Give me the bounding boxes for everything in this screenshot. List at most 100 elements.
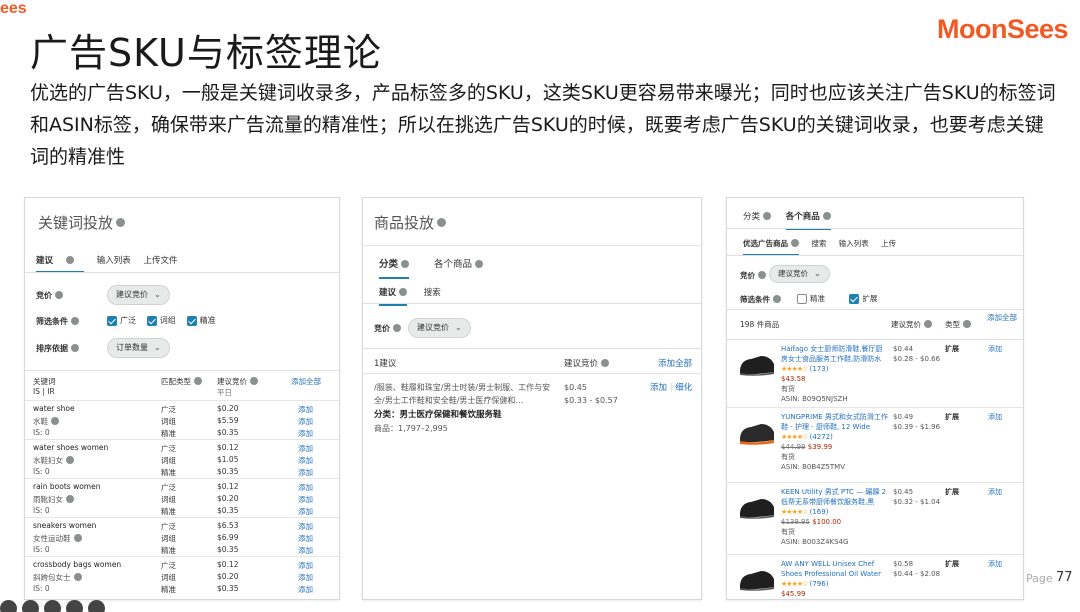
add-all-link[interactable]: 添加全部 bbox=[291, 376, 321, 387]
add-link[interactable]: 添加 bbox=[988, 559, 1002, 569]
product-type: 扩展 bbox=[945, 345, 959, 353]
divider bbox=[363, 303, 701, 304]
suggested-bid: $0.20 bbox=[217, 404, 239, 413]
review-count: (4272) bbox=[809, 433, 833, 441]
product-title-link[interactable]: KEEN Utility 男式 PTC — 碾踝 2 低帮无系带厨师餐饮服务鞋,… bbox=[781, 487, 889, 507]
bid-label: 竞价 bbox=[374, 323, 401, 334]
tab-suggested[interactable]: 建议 bbox=[36, 255, 85, 273]
info-icon bbox=[822, 211, 831, 220]
tab-recommended-products[interactable]: 优选广告商品 bbox=[743, 239, 799, 256]
add-link[interactable]: 添加 bbox=[298, 533, 313, 544]
tab-enter-list[interactable]: 输入列表 bbox=[97, 256, 131, 266]
sort-label: 排序依据 bbox=[36, 343, 79, 354]
page-number: 77 bbox=[1056, 570, 1073, 585]
add-link[interactable]: 添加 bbox=[298, 467, 313, 478]
match-type: 广泛 bbox=[161, 483, 176, 492]
bottom-toolbar bbox=[0, 600, 110, 612]
product-image bbox=[740, 356, 774, 376]
product-title-link[interactable]: AW ANY WELL Unisex Chef Shoes Profession… bbox=[781, 559, 889, 579]
info-icon bbox=[71, 343, 79, 352]
product-title-link[interactable]: YUNGPRIME 男式和女式防滑工作鞋 - 护理 - 厨师鞋, 12 Wide bbox=[781, 412, 889, 432]
suggested-bid: $1.05 bbox=[217, 455, 239, 464]
bid-dropdown[interactable]: 建议竞价 ⌄ bbox=[107, 285, 170, 305]
star-rating-icon: ★★★★☆ bbox=[781, 508, 808, 516]
checkbox-exact[interactable] bbox=[797, 293, 807, 304]
match-type: 精准 bbox=[161, 546, 176, 555]
product-title-link[interactable]: Haifago 女士厨师防滑鞋,餐厅厨房女士食品服务工作鞋,防滑防水 bbox=[781, 344, 889, 364]
info-icon[interactable] bbox=[116, 218, 126, 227]
add-link[interactable]: 添加 bbox=[298, 494, 313, 505]
product-price: $139.95 $100.00 bbox=[781, 517, 889, 527]
add-link[interactable]: 添加 bbox=[988, 344, 1002, 354]
tab-upload-file[interactable]: 上传文件 bbox=[143, 256, 177, 266]
product-image bbox=[740, 424, 774, 445]
checkbox-expanded[interactable] bbox=[849, 293, 860, 304]
add-link[interactable]: 添加 bbox=[298, 428, 313, 439]
panel-title: 关键词投放 bbox=[38, 212, 126, 233]
tab-individual-products[interactable]: 各个商品 bbox=[434, 259, 484, 270]
info-icon bbox=[55, 290, 63, 299]
add-link[interactable]: 添加 bbox=[988, 487, 1002, 497]
add-link[interactable]: 添加 bbox=[298, 560, 313, 571]
tab-enter-list[interactable]: 输入列表 bbox=[839, 239, 869, 248]
match-line: 广泛 $0.12 添加 bbox=[25, 560, 339, 572]
divider bbox=[727, 228, 1023, 229]
match-type: 精准 bbox=[161, 468, 176, 477]
tab-bar: 分类 各个商品 bbox=[743, 210, 831, 230]
keyword-targeting-panel: 关键词投放 建议 输入列表 上传文件 竞价 建议竞价 ⌄ 筛选条件 广泛 词组 精… bbox=[24, 197, 340, 600]
info-icon bbox=[924, 320, 932, 328]
suggested-bid: $0.35 bbox=[217, 584, 239, 593]
col-bid-header: 建议竞价 bbox=[564, 357, 610, 369]
match-type: 词组 bbox=[161, 417, 176, 426]
match-type: 词组 bbox=[161, 534, 176, 543]
keyword-row: crossbody bags women 斜跨包女士 IS: 0 广泛 $0.12 添加词… bbox=[25, 556, 339, 595]
tab-category[interactable]: 分类 bbox=[743, 211, 772, 222]
col-match-header: 匹配类型 bbox=[161, 376, 202, 387]
checkbox-phrase[interactable] bbox=[146, 315, 157, 326]
add-link[interactable]: 添加 bbox=[298, 404, 313, 415]
add-link[interactable]: 添加 bbox=[298, 584, 313, 595]
match-line: 词组 $6.99 添加 bbox=[25, 533, 339, 545]
add-all-link[interactable]: 添加全部 bbox=[658, 357, 692, 369]
add-link[interactable]: 添加 bbox=[298, 455, 313, 466]
bid-dropdown[interactable]: 建议竞价 ⌄ bbox=[408, 318, 471, 338]
chevron-down-icon: ⌄ bbox=[154, 343, 161, 352]
list-price: $44.99 bbox=[781, 443, 806, 451]
add-link[interactable]: 添加 bbox=[298, 482, 313, 493]
filter-label: 筛选条件 bbox=[740, 294, 781, 305]
add-link[interactable]: 添加 bbox=[650, 383, 667, 393]
col-type-header: 类型 bbox=[945, 319, 971, 330]
sort-dropdown[interactable]: 订单数量 ⌄ bbox=[107, 338, 170, 358]
tab-upload[interactable]: 上传 bbox=[881, 239, 896, 248]
add-link[interactable]: 添加 bbox=[298, 572, 313, 583]
page-label: Page bbox=[1026, 572, 1053, 585]
tab-category[interactable]: 分类 bbox=[379, 259, 410, 279]
add-link[interactable]: 添加 bbox=[988, 412, 1002, 422]
info-icon[interactable] bbox=[437, 218, 447, 227]
checkbox-exact[interactable] bbox=[186, 315, 197, 326]
add-link[interactable]: 添加 bbox=[298, 521, 313, 532]
suggested-bid: $5.59 bbox=[217, 416, 239, 425]
add-link[interactable]: 添加 bbox=[298, 416, 313, 427]
add-all-link[interactable]: 添加全部 bbox=[987, 313, 1017, 323]
refine-link[interactable]: 细化 bbox=[675, 383, 692, 393]
pen-icon[interactable] bbox=[22, 600, 39, 612]
match-type: 广泛 bbox=[161, 444, 176, 453]
bid-dropdown[interactable]: 建议竞价 ⌄ bbox=[769, 265, 830, 283]
zoom-icon[interactable] bbox=[44, 600, 61, 612]
add-link[interactable]: 添加 bbox=[298, 506, 313, 517]
product-rating: ★★★★☆ (173) bbox=[781, 364, 889, 374]
suggested-bid: $0.35 bbox=[217, 545, 239, 554]
product-rating: ★★★★☆ (796) bbox=[781, 579, 889, 589]
next-icon[interactable] bbox=[88, 600, 105, 612]
checkbox-broad[interactable] bbox=[107, 315, 117, 326]
add-link[interactable]: 添加 bbox=[298, 545, 313, 556]
tab-search[interactable]: 搜索 bbox=[424, 288, 441, 298]
tab-search[interactable]: 搜索 bbox=[811, 239, 826, 248]
menu-icon[interactable] bbox=[66, 600, 83, 612]
add-link[interactable]: 添加 bbox=[298, 443, 313, 454]
chevron-down-icon: ⌄ bbox=[814, 269, 821, 278]
bid-label: 竞价 bbox=[36, 290, 63, 301]
prev-icon[interactable] bbox=[0, 600, 17, 612]
product-image bbox=[740, 499, 774, 519]
